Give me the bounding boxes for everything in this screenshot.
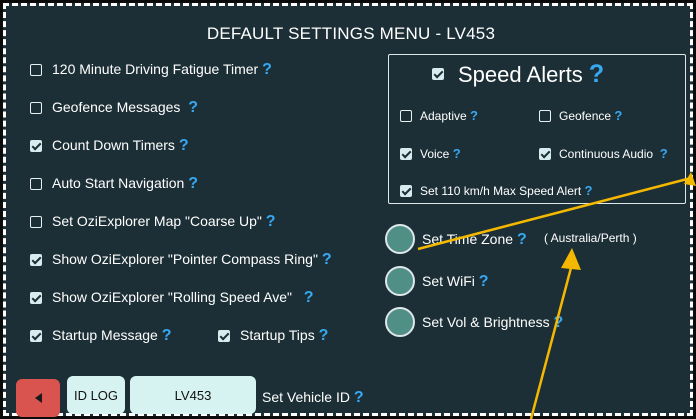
arrow-to-time-zone-button (417, 176, 692, 251)
arrow-to-time-zone-value (529, 263, 574, 419)
annotation-arrows (417, 172, 696, 419)
settings-screen: DEFAULT SETTINGS MENU - LV453 120 Minute… (3, 3, 696, 419)
arrow-head-up (561, 248, 581, 270)
